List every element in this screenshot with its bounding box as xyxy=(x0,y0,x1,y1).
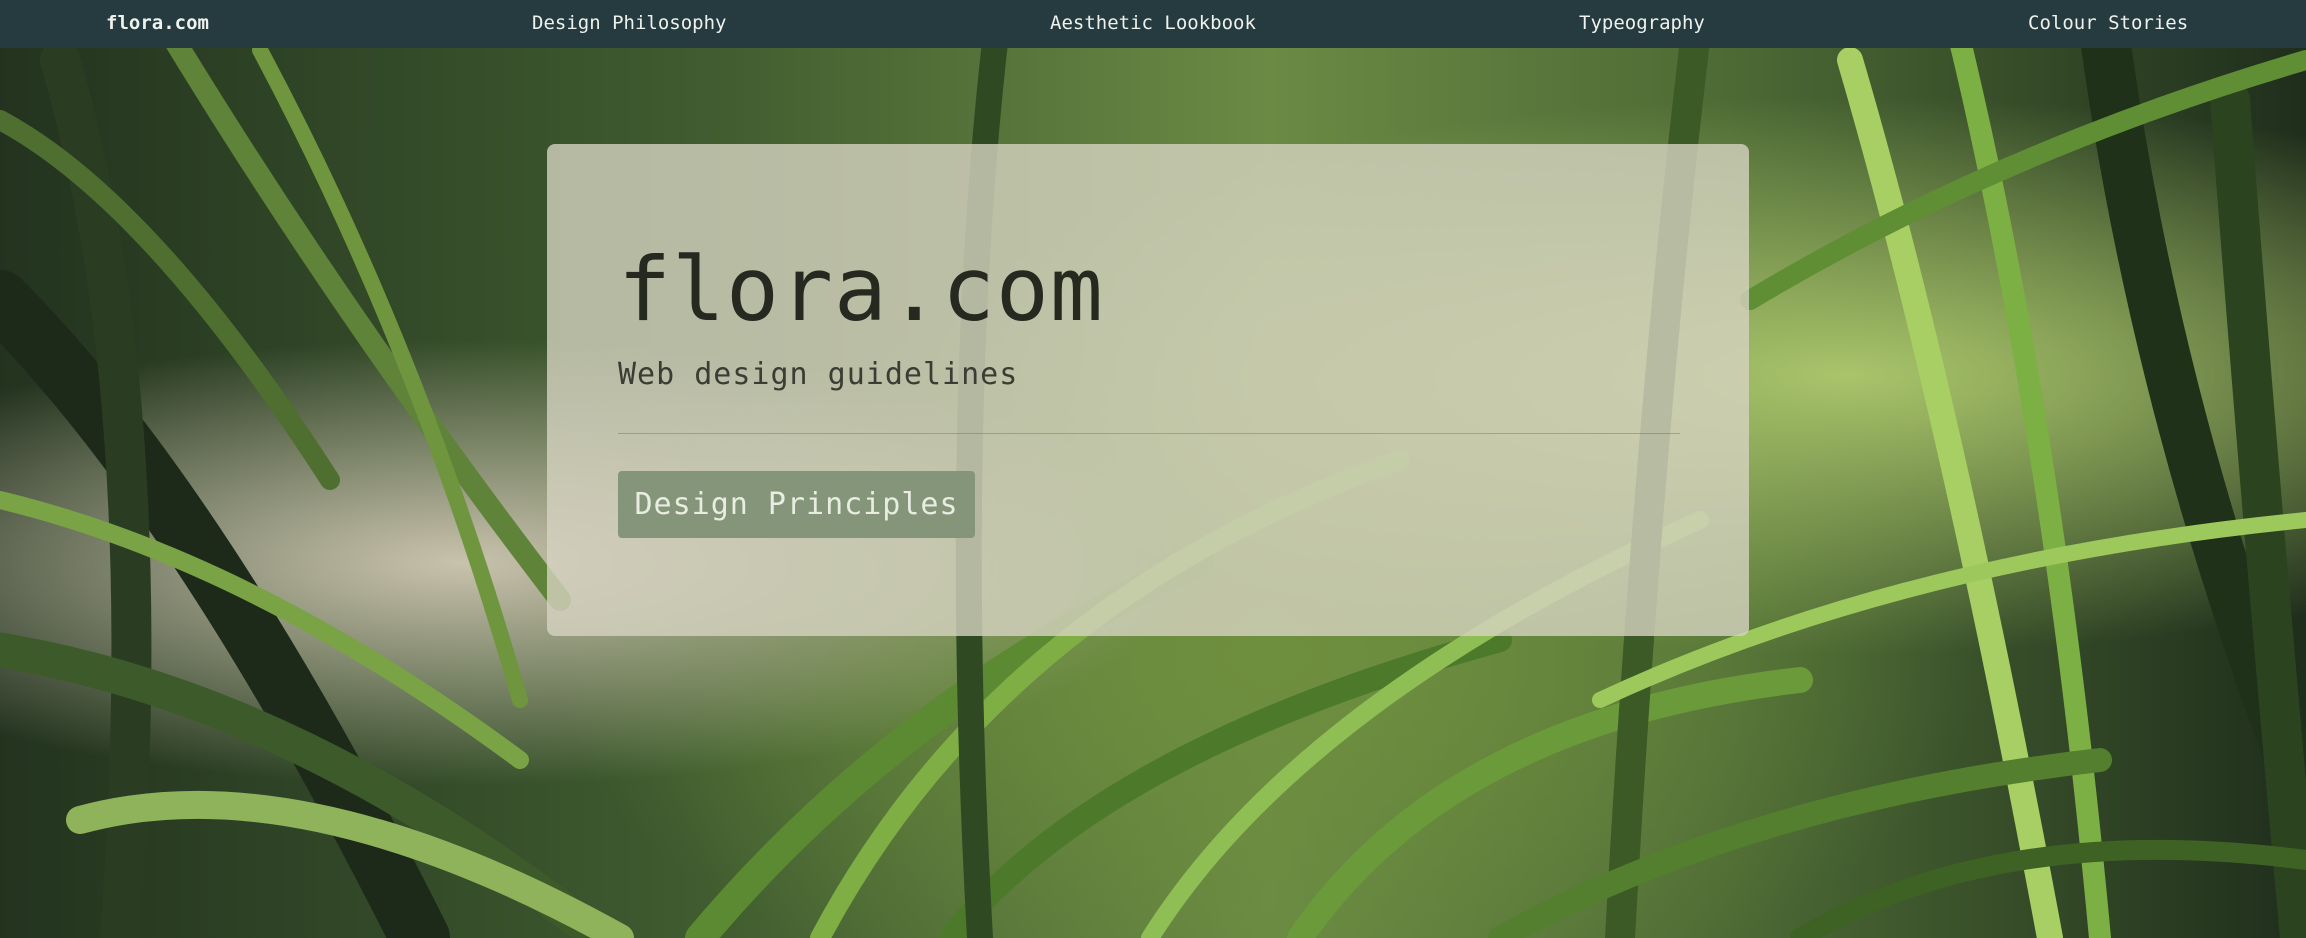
nav-link-aesthetic-lookbook[interactable]: Aesthetic Lookbook xyxy=(1050,0,1256,46)
top-navigation-bar: flora.com Design Philosophy Aesthetic Lo… xyxy=(0,0,2306,48)
hero-title: flora.com xyxy=(618,238,1104,341)
nav-link-colour-stories[interactable]: Colour Stories xyxy=(2028,0,2188,46)
hero-card: flora.com Web design guidelines Design P… xyxy=(547,144,1749,636)
hero-subtitle: Web design guidelines xyxy=(618,357,1019,392)
hero-divider xyxy=(618,433,1680,434)
brand-logo-link[interactable]: flora.com xyxy=(106,0,209,46)
nav-link-typeography[interactable]: Typeogra​phy xyxy=(1579,0,1705,46)
nav-link-design-philosophy[interactable]: Design Philosophy xyxy=(532,0,726,46)
design-principles-button[interactable]: Design Principles xyxy=(618,471,975,538)
